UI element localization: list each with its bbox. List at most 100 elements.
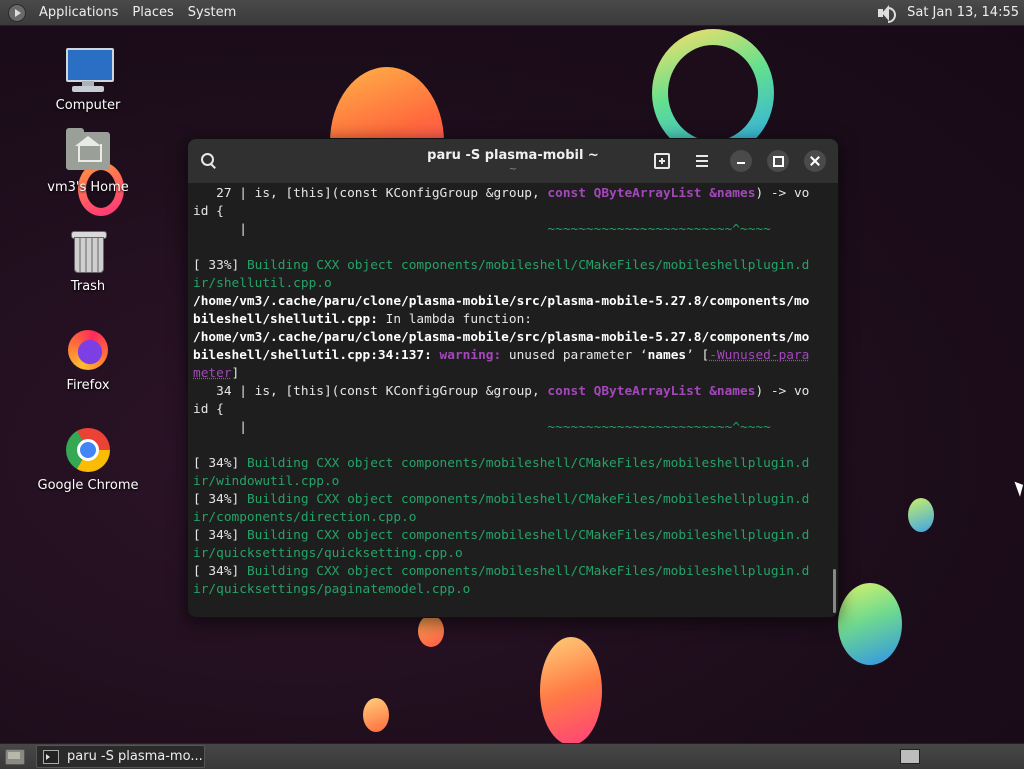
terminal-line: [ 34%] Building CXX object components/mo…	[193, 455, 833, 473]
terminal-text-segment: In lambda function:	[377, 312, 532, 327]
menu-places[interactable]: Places	[125, 0, 180, 25]
hamburger-menu-icon[interactable]	[691, 150, 713, 172]
volume-icon[interactable]	[877, 4, 897, 23]
terminal-line: id {	[193, 401, 833, 419]
terminal-line: /home/vm3/.cache/paru/clone/plasma-mobil…	[193, 329, 833, 347]
clock[interactable]: Sat Jan 13, 14:55	[907, 5, 1024, 20]
bottom-panel: paru -S plasma-mo...	[0, 743, 1024, 769]
terminal-text-segment: ir/quicksettings/paginatemodel.cpp.o	[193, 582, 471, 597]
terminal-line: [ 34%] Building CXX object components/mo…	[193, 563, 833, 581]
terminal-line: meter]	[193, 365, 833, 383]
desktop-icon-label: Computer	[55, 98, 121, 113]
terminal-line: /home/vm3/.cache/paru/clone/plasma-mobil…	[193, 293, 833, 311]
wallpaper-orange-blob	[363, 698, 389, 732]
desktop-icon-label: Trash	[70, 279, 106, 294]
terminal-text-segment: [ 34%]	[193, 528, 247, 543]
desktop-icon-label: Firefox	[66, 378, 110, 393]
terminal-line: ir/quicksettings/paginatemodel.cpp.o	[193, 581, 833, 599]
terminal-text-segment: ir/shellutil.cpp.o	[193, 276, 332, 291]
terminal-text-segment: id {	[193, 402, 224, 417]
terminal-output[interactable]: 27 | is, [this](const KConfigGroup &grou…	[193, 185, 833, 613]
trash-icon	[64, 227, 112, 275]
terminal-text-segment: warning:	[439, 348, 502, 363]
terminal-text-segment: ir/windowutil.cpp.o	[193, 474, 340, 489]
terminal-text-segment: Building CXX object components/mobileshe…	[246, 258, 810, 273]
terminal-text-segment: ~~~~~~~~~~~~~~~~~~~~~~~~^~~~~	[547, 420, 771, 435]
terminal-text-segment: [ 34%]	[193, 456, 247, 471]
terminal-line: 34 | is, [this](const KConfigGroup &grou…	[193, 383, 833, 401]
terminal-line: bileshell/shellutil.cpp:34:137: warning:…	[193, 347, 833, 365]
terminal-text-segment: bileshell/shellutil.cpp:	[193, 312, 378, 327]
terminal-text-segment: [ 34%]	[193, 564, 247, 579]
terminal-window[interactable]: paru -S plasma-mobil ~ ~ 27 | is, [this]…	[187, 138, 839, 618]
terminal-text-segment: [ 34%]	[193, 492, 247, 507]
new-tab-icon[interactable]	[651, 150, 673, 172]
terminal-text-segment: ) -> vo	[755, 384, 810, 399]
terminal-titlebar[interactable]: paru -S plasma-mobil ~ ~	[188, 139, 838, 183]
desktop-icon-label: Google Chrome	[37, 478, 139, 493]
terminal-text-segment: const QByteArrayList &names	[547, 186, 756, 201]
terminal-text-segment: /home/vm3/.cache/paru/clone/plasma-mobil…	[193, 294, 810, 309]
terminal-text-segment: meter	[193, 366, 232, 381]
terminal-line: | ~~~~~~~~~~~~~~~~~~~~~~~~^~~~~	[193, 221, 833, 239]
terminal-text-segment: ~~~~~~~~~~~~~~~~~~~~~~~~^~~~~	[547, 222, 771, 237]
computer-icon	[64, 46, 114, 94]
terminal-text-segment: 27 | is, [this](const KConfigGroup &grou…	[193, 186, 548, 201]
terminal-line: bileshell/shellutil.cpp: In lambda funct…	[193, 311, 833, 329]
terminal-text-segment: -Wunused-para	[709, 348, 810, 363]
firefox-icon	[64, 326, 112, 374]
terminal-text-segment: [ 33%]	[193, 258, 247, 273]
terminal-line: [ 34%] Building CXX object components/mo…	[193, 491, 833, 509]
close-button[interactable]	[804, 150, 826, 172]
terminal-line: [ 33%] Building CXX object components/mo…	[193, 257, 833, 275]
terminal-line: ir/components/direction.cpp.o	[193, 509, 833, 527]
minimize-button[interactable]	[730, 150, 752, 172]
terminal-icon	[43, 749, 59, 764]
taskbar-item-terminal[interactable]: paru -S plasma-mo...	[36, 745, 205, 768]
top-panel: Applications Places System Sat Jan 13, 1…	[0, 0, 1024, 26]
desktop-icon-trash[interactable]: Trash	[33, 227, 143, 294]
terminal-text-segment: Building CXX object components/mobileshe…	[246, 492, 810, 507]
terminal-text-segment: Building CXX object components/mobileshe…	[246, 456, 810, 471]
panel-tray: Sat Jan 13, 14:55	[877, 4, 1024, 23]
terminal-line: id {	[193, 203, 833, 221]
terminal-text-segment: Building CXX object components/mobileshe…	[246, 564, 810, 579]
workspace-switcher[interactable]	[900, 749, 920, 764]
terminal-text-segment: |	[193, 222, 548, 237]
terminal-text-segment: 34 | is, [this](const KConfigGroup &grou…	[193, 384, 548, 399]
desktop-icon-label: vm3's Home	[47, 180, 129, 195]
terminal-line: | ~~~~~~~~~~~~~~~~~~~~~~~~^~~~~	[193, 419, 833, 437]
terminal-text-segment: ’ [	[686, 348, 710, 363]
chrome-icon	[64, 426, 112, 474]
terminal-text-segment: |	[193, 420, 548, 435]
terminal-text-segment: const QByteArrayList &names	[547, 384, 756, 399]
menu-system[interactable]: System	[181, 0, 243, 25]
terminal-text-segment: id {	[193, 204, 224, 219]
menu-applications[interactable]: Applications	[32, 0, 125, 25]
desktop-icon-computer[interactable]: Computer	[33, 46, 143, 113]
terminal-text-segment: ir/quicksettings/quicksetting.cpp.o	[193, 546, 463, 561]
maximize-button[interactable]	[767, 150, 789, 172]
terminal-line: ir/quicksettings/quicksetting.cpp.o	[193, 545, 833, 563]
terminal-text-segment: names	[647, 348, 687, 363]
desktop-icon-firefox[interactable]: Firefox	[33, 326, 143, 393]
wallpaper-green-blob	[838, 583, 902, 665]
terminal-scrollbar[interactable]	[833, 569, 836, 613]
terminal-line: ir/shellutil.cpp.o	[193, 275, 833, 293]
wallpaper-green-blob	[908, 498, 934, 532]
terminal-line: 27 | is, [this](const KConfigGroup &grou…	[193, 185, 833, 203]
show-desktop-icon[interactable]	[5, 748, 25, 765]
terminal-text-segment: ) -> vo	[755, 186, 810, 201]
desktop-icon-chrome[interactable]: Google Chrome	[33, 426, 143, 493]
taskbar-item-label: paru -S plasma-mo...	[67, 749, 203, 764]
wallpaper-orange-blob	[540, 637, 602, 743]
desktop-icon-home[interactable]: vm3's Home	[33, 128, 143, 195]
mate-menu-icon[interactable]	[8, 3, 26, 22]
terminal-text-segment: bileshell/shellutil.cpp:34:137:	[193, 348, 440, 363]
terminal-text-segment: ]	[231, 366, 240, 381]
terminal-text-segment: ir/components/direction.cpp.o	[193, 510, 417, 525]
home-folder-icon	[64, 128, 112, 176]
terminal-text-segment: Building CXX object components/mobileshe…	[246, 528, 810, 543]
